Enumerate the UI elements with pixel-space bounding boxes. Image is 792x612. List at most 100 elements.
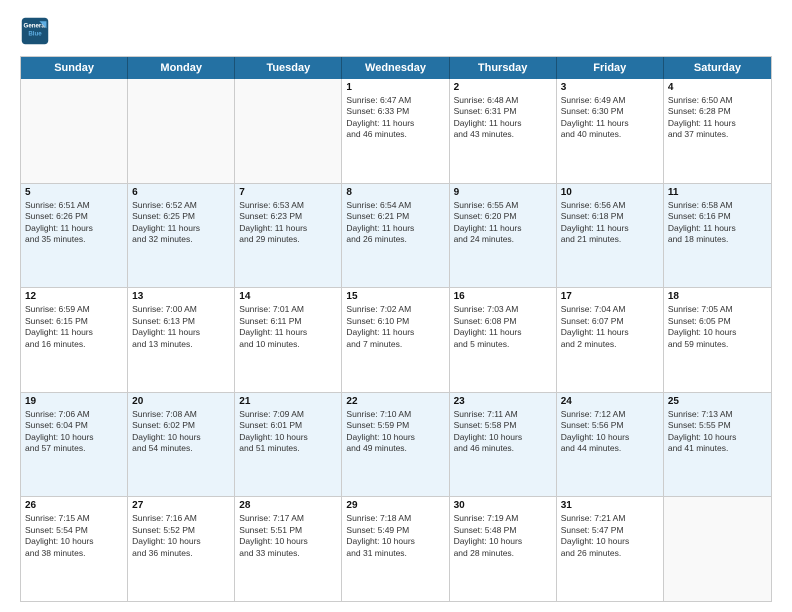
day-cell-4: 4 Sunrise: 6:50 AM Sunset: 6:28 PM Daylig… — [664, 79, 771, 183]
day-info: Sunrise: 7:12 AM Sunset: 5:56 PM Dayligh… — [561, 409, 659, 455]
day-info: Sunrise: 6:47 AM Sunset: 6:33 PM Dayligh… — [346, 95, 444, 141]
calendar-row-0: 1Sunrise: 6:47 AM Sunset: 6:33 PM Daylig… — [21, 79, 771, 184]
day-info: Sunrise: 6:50 AM Sunset: 6:28 PM Dayligh… — [668, 95, 767, 141]
logo-icon: General Blue — [20, 16, 50, 46]
day-cell-11: 11 Sunrise: 6:58 AM Sunset: 6:16 PM Dayli… — [664, 184, 771, 288]
calendar-row-4: 26 Sunrise: 7:15 AM Sunset: 5:54 PM Dayli… — [21, 497, 771, 601]
page: General Blue SundayMondayTuesdayWednesda… — [0, 0, 792, 612]
day-cell-9: 9Sunrise: 6:55 AM Sunset: 6:20 PM Daylig… — [450, 184, 557, 288]
day-number: 19 — [25, 396, 123, 407]
day-cell-8: 8 Sunrise: 6:54 AM Sunset: 6:21 PM Daylig… — [342, 184, 449, 288]
empty-cell — [664, 497, 771, 601]
day-number: 17 — [561, 291, 659, 302]
empty-cell — [21, 79, 128, 183]
day-cell-2: 2 Sunrise: 6:48 AM Sunset: 6:31 PM Daylig… — [450, 79, 557, 183]
day-info: Sunrise: 7:13 AM Sunset: 5:55 PM Dayligh… — [668, 409, 767, 455]
day-info: Sunrise: 7:17 AM Sunset: 5:51 PM Dayligh… — [239, 513, 337, 559]
day-number: 14 — [239, 291, 337, 302]
day-cell-1: 1Sunrise: 6:47 AM Sunset: 6:33 PM Daylig… — [342, 79, 449, 183]
day-info: Sunrise: 6:58 AM Sunset: 6:16 PM Dayligh… — [668, 200, 767, 246]
day-info: Sunrise: 6:55 AM Sunset: 6:20 PM Dayligh… — [454, 200, 552, 246]
svg-text:Blue: Blue — [28, 30, 42, 37]
day-cell-21: 21Sunrise: 7:09 AM Sunset: 6:01 PM Dayli… — [235, 393, 342, 497]
day-cell-23: 23 Sunrise: 7:11 AM Sunset: 5:58 PM Dayli… — [450, 393, 557, 497]
day-number: 23 — [454, 396, 552, 407]
day-cell-16: 16Sunrise: 7:03 AM Sunset: 6:08 PM Dayli… — [450, 288, 557, 392]
day-number: 24 — [561, 396, 659, 407]
day-number: 10 — [561, 187, 659, 198]
day-cell-18: 18 Sunrise: 7:05 AM Sunset: 6:05 PM Dayli… — [664, 288, 771, 392]
empty-cell — [235, 79, 342, 183]
day-number: 5 — [25, 187, 123, 198]
day-info: Sunrise: 6:49 AM Sunset: 6:30 PM Dayligh… — [561, 95, 659, 141]
day-cell-25: 25 Sunrise: 7:13 AM Sunset: 5:55 PM Dayli… — [664, 393, 771, 497]
day-cell-13: 13 Sunrise: 7:00 AM Sunset: 6:13 PM Dayli… — [128, 288, 235, 392]
day-cell-19: 19 Sunrise: 7:06 AM Sunset: 6:04 PM Dayli… — [21, 393, 128, 497]
weekday-header-tuesday: Tuesday — [235, 57, 342, 79]
day-info: Sunrise: 7:04 AM Sunset: 6:07 PM Dayligh… — [561, 304, 659, 350]
calendar: SundayMondayTuesdayWednesdayThursdayFrid… — [20, 56, 772, 602]
calendar-body: 1Sunrise: 6:47 AM Sunset: 6:33 PM Daylig… — [21, 79, 771, 601]
empty-cell — [128, 79, 235, 183]
day-cell-22: 22Sunrise: 7:10 AM Sunset: 5:59 PM Dayli… — [342, 393, 449, 497]
day-cell-3: 3 Sunrise: 6:49 AM Sunset: 6:30 PM Daylig… — [557, 79, 664, 183]
day-number: 31 — [561, 500, 659, 511]
day-number: 28 — [239, 500, 337, 511]
day-info: Sunrise: 6:53 AM Sunset: 6:23 PM Dayligh… — [239, 200, 337, 246]
day-info: Sunrise: 6:56 AM Sunset: 6:18 PM Dayligh… — [561, 200, 659, 246]
day-info: Sunrise: 7:00 AM Sunset: 6:13 PM Dayligh… — [132, 304, 230, 350]
day-cell-6: 6 Sunrise: 6:52 AM Sunset: 6:25 PM Daylig… — [128, 184, 235, 288]
day-number: 26 — [25, 500, 123, 511]
day-info: Sunrise: 7:15 AM Sunset: 5:54 PM Dayligh… — [25, 513, 123, 559]
weekday-header-wednesday: Wednesday — [342, 57, 449, 79]
calendar-header-row: SundayMondayTuesdayWednesdayThursdayFrid… — [21, 57, 771, 79]
day-number: 11 — [668, 187, 767, 198]
day-number: 6 — [132, 187, 230, 198]
day-number: 15 — [346, 291, 444, 302]
day-info: Sunrise: 7:08 AM Sunset: 6:02 PM Dayligh… — [132, 409, 230, 455]
day-cell-28: 28 Sunrise: 7:17 AM Sunset: 5:51 PM Dayli… — [235, 497, 342, 601]
day-number: 3 — [561, 82, 659, 93]
day-cell-29: 29 Sunrise: 7:18 AM Sunset: 5:49 PM Dayli… — [342, 497, 449, 601]
day-cell-26: 26 Sunrise: 7:15 AM Sunset: 5:54 PM Dayli… — [21, 497, 128, 601]
day-info: Sunrise: 7:01 AM Sunset: 6:11 PM Dayligh… — [239, 304, 337, 350]
day-info: Sunrise: 7:19 AM Sunset: 5:48 PM Dayligh… — [454, 513, 552, 559]
day-cell-10: 10 Sunrise: 6:56 AM Sunset: 6:18 PM Dayli… — [557, 184, 664, 288]
day-info: Sunrise: 7:18 AM Sunset: 5:49 PM Dayligh… — [346, 513, 444, 559]
day-cell-15: 15 Sunrise: 7:02 AM Sunset: 6:10 PM Dayli… — [342, 288, 449, 392]
day-number: 29 — [346, 500, 444, 511]
day-info: Sunrise: 7:02 AM Sunset: 6:10 PM Dayligh… — [346, 304, 444, 350]
day-info: Sunrise: 6:54 AM Sunset: 6:21 PM Dayligh… — [346, 200, 444, 246]
day-number: 4 — [668, 82, 767, 93]
day-cell-12: 12 Sunrise: 6:59 AM Sunset: 6:15 PM Dayli… — [21, 288, 128, 392]
day-number: 25 — [668, 396, 767, 407]
day-info: Sunrise: 6:59 AM Sunset: 6:15 PM Dayligh… — [25, 304, 123, 350]
day-info: Sunrise: 6:48 AM Sunset: 6:31 PM Dayligh… — [454, 95, 552, 141]
weekday-header-monday: Monday — [128, 57, 235, 79]
day-number: 2 — [454, 82, 552, 93]
day-info: Sunrise: 7:03 AM Sunset: 6:08 PM Dayligh… — [454, 304, 552, 350]
day-number: 18 — [668, 291, 767, 302]
day-cell-14: 14 Sunrise: 7:01 AM Sunset: 6:11 PM Dayli… — [235, 288, 342, 392]
day-cell-5: 5Sunrise: 6:51 AM Sunset: 6:26 PM Daylig… — [21, 184, 128, 288]
day-info: Sunrise: 7:05 AM Sunset: 6:05 PM Dayligh… — [668, 304, 767, 350]
day-cell-20: 20Sunrise: 7:08 AM Sunset: 6:02 PM Dayli… — [128, 393, 235, 497]
day-number: 7 — [239, 187, 337, 198]
day-cell-17: 17 Sunrise: 7:04 AM Sunset: 6:07 PM Dayli… — [557, 288, 664, 392]
day-number: 8 — [346, 187, 444, 198]
day-number: 27 — [132, 500, 230, 511]
day-cell-24: 24 Sunrise: 7:12 AM Sunset: 5:56 PM Dayli… — [557, 393, 664, 497]
day-number: 13 — [132, 291, 230, 302]
day-cell-7: 7 Sunrise: 6:53 AM Sunset: 6:23 PM Daylig… — [235, 184, 342, 288]
day-info: Sunrise: 7:09 AM Sunset: 6:01 PM Dayligh… — [239, 409, 337, 455]
day-info: Sunrise: 7:16 AM Sunset: 5:52 PM Dayligh… — [132, 513, 230, 559]
calendar-row-3: 19 Sunrise: 7:06 AM Sunset: 6:04 PM Dayli… — [21, 393, 771, 498]
day-cell-27: 27 Sunrise: 7:16 AM Sunset: 5:52 PM Dayli… — [128, 497, 235, 601]
day-info: Sunrise: 7:11 AM Sunset: 5:58 PM Dayligh… — [454, 409, 552, 455]
weekday-header-sunday: Sunday — [21, 57, 128, 79]
logo: General Blue — [20, 16, 54, 46]
day-info: Sunrise: 7:06 AM Sunset: 6:04 PM Dayligh… — [25, 409, 123, 455]
day-info: Sunrise: 6:52 AM Sunset: 6:25 PM Dayligh… — [132, 200, 230, 246]
day-number: 12 — [25, 291, 123, 302]
day-info: Sunrise: 7:10 AM Sunset: 5:59 PM Dayligh… — [346, 409, 444, 455]
